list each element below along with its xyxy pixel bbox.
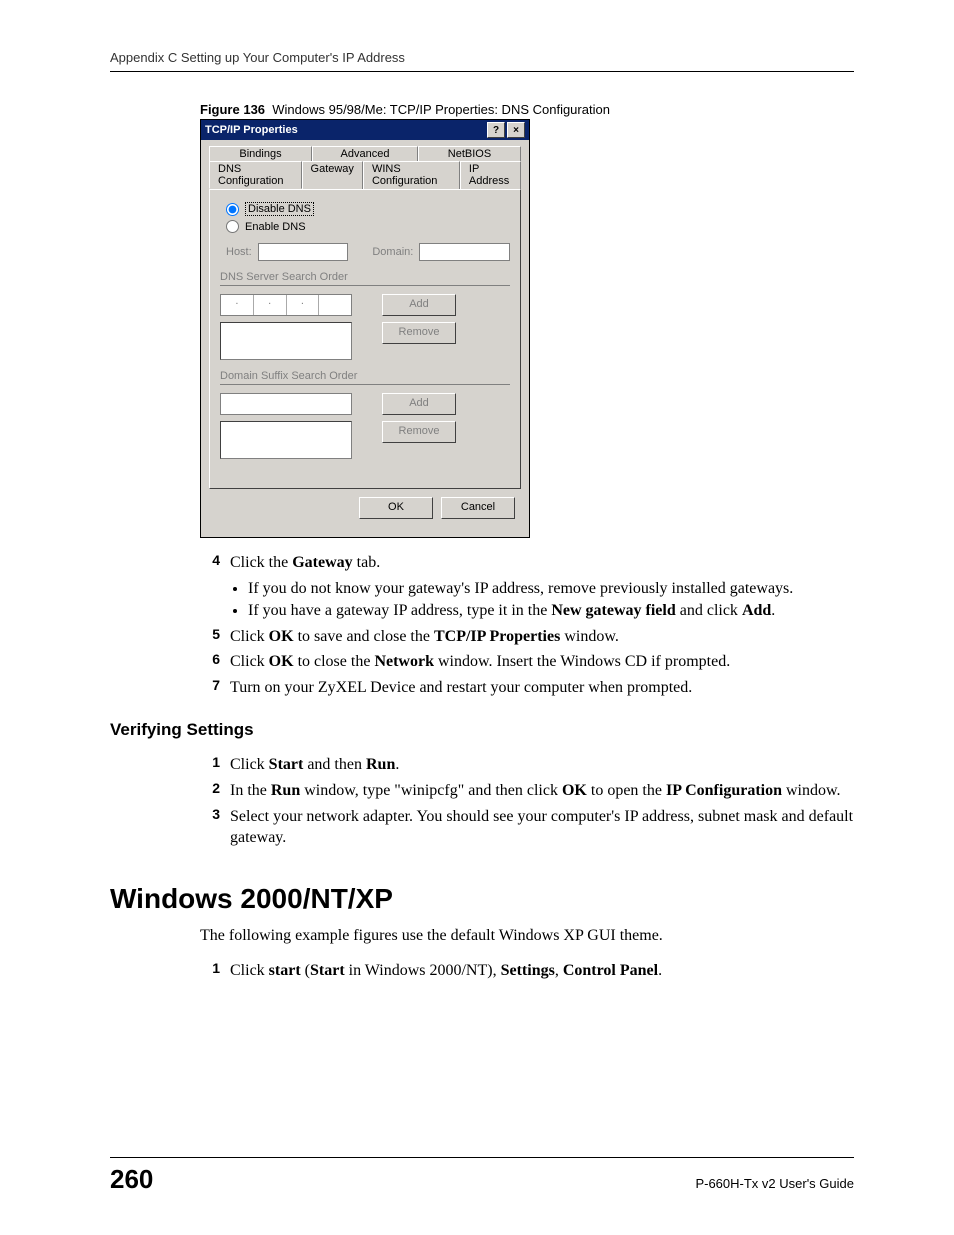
figure-label: Figure 136: [200, 102, 265, 117]
step-body: Click OK to close the Network window. In…: [230, 651, 854, 673]
radio-disable-dns-row[interactable]: Disable DNS: [226, 202, 510, 216]
ok-button[interactable]: OK: [359, 497, 433, 519]
host-input[interactable]: [258, 243, 349, 261]
radio-disable-dns-label: Disable DNS: [245, 202, 314, 216]
header-rule: [110, 71, 854, 72]
suffix-listbox[interactable]: [220, 421, 352, 459]
step-body: Click start (Start in Windows 2000/NT), …: [230, 960, 854, 982]
step-num: 1: [200, 754, 230, 776]
step-body: Click OK to save and close the TCP/IP Pr…: [230, 626, 854, 648]
tab-gateway[interactable]: Gateway: [302, 161, 363, 189]
radio-enable-dns[interactable]: [226, 220, 239, 233]
bullet: If you have a gateway IP address, type i…: [248, 602, 854, 620]
step-body: Click Start and then Run.: [230, 754, 854, 776]
dialog-title: TCP/IP Properties: [205, 124, 485, 136]
figure-caption-text: Windows 95/98/Me: TCP/IP Properties: DNS…: [272, 102, 610, 117]
dns-ip-input[interactable]: ...: [220, 294, 352, 316]
step-num: 1: [200, 960, 230, 982]
bullet: If you do not know your gateway's IP add…: [248, 580, 854, 598]
footer-rule: [110, 1157, 854, 1158]
step-num: 7: [200, 677, 230, 699]
step-body: In the Run window, type "winipcfg" and t…: [230, 780, 854, 802]
tab-bindings[interactable]: Bindings: [209, 146, 312, 161]
tcpip-dialog: TCP/IP Properties ? × Bindings Advanced …: [200, 119, 530, 538]
radio-enable-dns-label: Enable DNS: [245, 221, 306, 233]
tabpanel-dns: Disable DNS Enable DNS Host: Domain: DNS…: [209, 189, 521, 489]
heading-verifying-settings: Verifying Settings: [110, 720, 854, 740]
steps-verifying: 1 Click Start and then Run. 2 In the Run…: [200, 754, 854, 848]
step-num: 4: [200, 552, 230, 574]
figure-caption: Figure 136 Windows 95/98/Me: TCP/IP Prop…: [200, 102, 854, 117]
dns-add-button[interactable]: Add: [382, 294, 456, 316]
dns-remove-button[interactable]: Remove: [382, 322, 456, 344]
tab-advanced[interactable]: Advanced: [312, 146, 418, 161]
dialog-titlebar: TCP/IP Properties ? ×: [201, 120, 529, 140]
step-body: Click the Gateway tab.: [230, 552, 854, 574]
step-num: 3: [200, 806, 230, 849]
cancel-button[interactable]: Cancel: [441, 497, 515, 519]
suffix-remove-button[interactable]: Remove: [382, 421, 456, 443]
radio-enable-dns-row[interactable]: Enable DNS: [226, 220, 510, 233]
host-label: Host:: [226, 246, 252, 258]
step-body: Select your network adapter. You should …: [230, 806, 854, 849]
page-header: Appendix C Setting up Your Computer's IP…: [110, 50, 854, 65]
para-xp-intro: The following example figures use the de…: [200, 925, 854, 947]
tab-dns-configuration[interactable]: DNS Configuration: [209, 161, 302, 189]
suffix-input[interactable]: [220, 393, 352, 415]
heading-windows-2000-nt-xp: Windows 2000/NT/XP: [110, 883, 854, 915]
steps-xp: 1 Click start (Start in Windows 2000/NT)…: [200, 960, 854, 982]
suffix-add-button[interactable]: Add: [382, 393, 456, 415]
tab-wins-configuration[interactable]: WINS Configuration: [363, 161, 460, 189]
close-button[interactable]: ×: [507, 122, 525, 138]
step-num: 6: [200, 651, 230, 673]
group-domain-suffix-label: Domain Suffix Search Order: [220, 370, 510, 382]
group-domain-suffix: Add Remove: [220, 384, 510, 459]
step-num: 5: [200, 626, 230, 648]
domain-label: Domain:: [372, 246, 413, 258]
steps-after-figure: 4 Click the Gateway tab. If you do not k…: [200, 552, 854, 698]
help-button[interactable]: ?: [487, 122, 505, 138]
domain-input[interactable]: [419, 243, 510, 261]
tab-netbios[interactable]: NetBIOS: [418, 146, 521, 161]
dns-listbox[interactable]: [220, 322, 352, 360]
guide-name: P-660H-Tx v2 User's Guide: [695, 1176, 854, 1191]
radio-disable-dns[interactable]: [226, 203, 239, 216]
page-number: 260: [110, 1164, 153, 1195]
step-body: Turn on your ZyXEL Device and restart yo…: [230, 677, 854, 699]
group-dns-search-order-label: DNS Server Search Order: [220, 271, 510, 283]
group-dns-search-order: ... Add Remove: [220, 285, 510, 360]
tab-ip-address[interactable]: IP Address: [460, 161, 521, 189]
step-num: 2: [200, 780, 230, 802]
